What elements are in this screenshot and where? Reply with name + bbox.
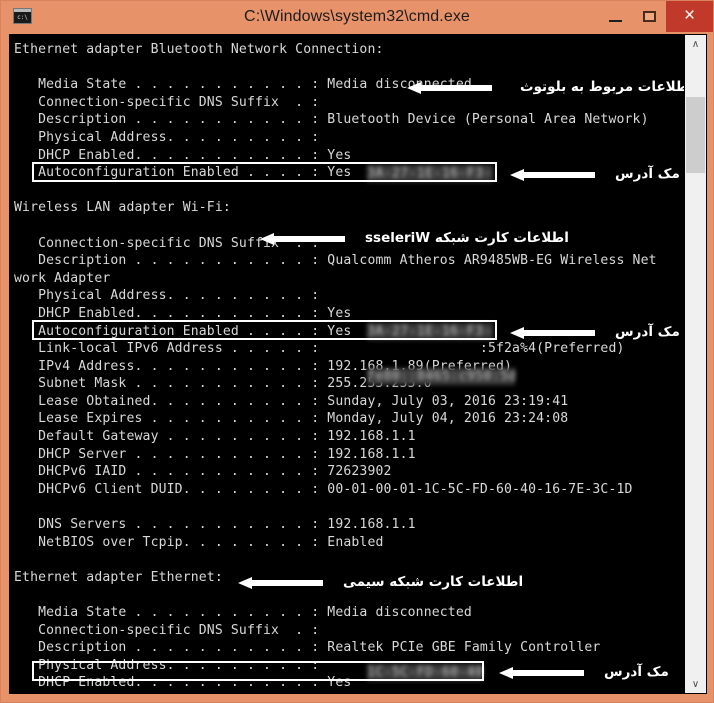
maximize-button[interactable] (632, 1, 666, 32)
scrollbar-thumb[interactable] (686, 97, 705, 173)
ethernet-mac-redacted: 1C-5C-FD-60-40-16 (367, 664, 483, 681)
scrollbar-track[interactable] (685, 53, 706, 675)
scroll-down-button[interactable]: ∨ (685, 675, 706, 693)
close-button[interactable]: × (666, 1, 713, 32)
console-area: Ethernet adapter Bluetooth Network Conne… (9, 34, 707, 694)
cmd-window: C:\Windows\system32\cmd.exe × Ethernet a… (0, 0, 714, 703)
minimize-button[interactable] (598, 1, 632, 32)
ipconfig-output: Ethernet adapter Bluetooth Network Conne… (14, 42, 657, 693)
scroll-up-button[interactable]: ∧ (685, 35, 706, 53)
console-output-pane[interactable]: Ethernet adapter Bluetooth Network Conne… (10, 35, 684, 693)
wifi-mac-redacted: 3A-27-1E-16-F3-87 (367, 323, 493, 340)
window-controls: × (598, 1, 713, 32)
maximize-icon (642, 11, 656, 22)
minimize-icon (608, 19, 622, 22)
bluetooth-mac-redacted: 3A-27-1E-16-F3-88 (367, 165, 493, 182)
ipv6-prefix-redacted: fe80::8465:c950:5da6 (367, 368, 515, 385)
title-bar[interactable]: C:\Windows\system32\cmd.exe × (1, 1, 713, 32)
vertical-scrollbar[interactable]: ∧ ∨ (684, 35, 706, 693)
